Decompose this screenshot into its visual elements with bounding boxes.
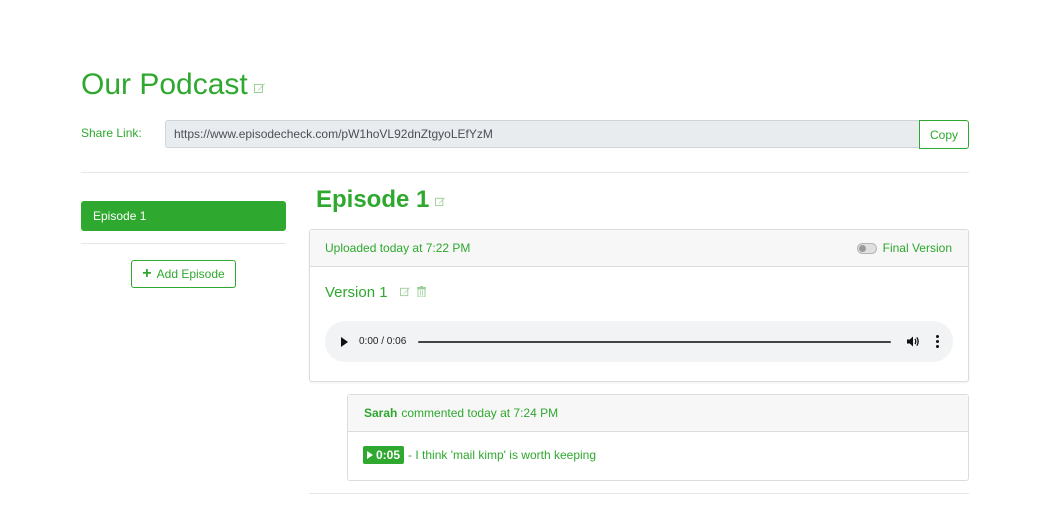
audio-player: 0:00 / 0:06 <box>325 321 953 362</box>
uploaded-text: Uploaded today at 7:22 PM <box>325 241 471 255</box>
add-episode-button[interactable]: + Add Episode <box>131 260 236 288</box>
comment-meta: commented today at 7:24 PM <box>401 406 559 420</box>
episode-title: Episode 1 <box>316 186 446 214</box>
divider <box>81 172 969 173</box>
audio-progress-bar[interactable] <box>418 340 891 343</box>
play-icon <box>367 451 373 459</box>
play-icon[interactable] <box>341 336 348 347</box>
edit-icon[interactable] <box>253 82 266 94</box>
sidebar-divider <box>81 243 286 244</box>
toggle-switch[interactable] <box>856 242 877 254</box>
share-link-label: Share Link: <box>81 126 142 140</box>
version-title-text: Version 1 <box>325 284 388 301</box>
version-title: Version 1 <box>325 284 426 301</box>
page-title: Our Podcast <box>81 68 266 102</box>
plus-icon: + <box>142 265 152 282</box>
edit-icon[interactable] <box>435 196 446 207</box>
version-card: Uploaded today at 7:22 PM Final Version … <box>309 229 969 382</box>
edit-icon[interactable] <box>399 284 411 301</box>
sidebar-item-episode-1[interactable]: Episode 1 <box>81 201 286 231</box>
share-link-input[interactable] <box>165 120 920 148</box>
comment-body: 0:05 - I think 'mail kimp' is worth keep… <box>348 432 968 464</box>
final-version-label: Final Version <box>882 241 952 255</box>
divider <box>309 493 969 494</box>
add-episode-label: Add Episode <box>156 267 225 281</box>
final-version-toggle[interactable]: Final Version <box>856 241 952 255</box>
more-icon[interactable] <box>936 335 939 348</box>
copy-button[interactable]: Copy <box>919 120 969 149</box>
volume-icon[interactable] <box>907 336 920 347</box>
trash-icon[interactable] <box>416 284 426 301</box>
podcast-title: Our Podcast <box>81 68 248 101</box>
comment-card: Sarah commented today at 7:24 PM 0:05 - … <box>347 394 969 481</box>
audio-time: 0:00 / 0:06 <box>359 336 407 347</box>
comment-header: Sarah commented today at 7:24 PM <box>348 395 968 432</box>
version-card-header: Uploaded today at 7:22 PM Final Version <box>310 230 968 267</box>
comment-text: - I think 'mail kimp' is worth keeping <box>408 448 597 462</box>
comment-timestamp-button[interactable]: 0:05 <box>363 446 405 464</box>
comment-author: Sarah <box>364 406 398 420</box>
comment-timestamp: 0:05 <box>376 448 401 462</box>
episode-title-text: Episode 1 <box>316 186 430 213</box>
toggle-knob <box>858 244 866 252</box>
